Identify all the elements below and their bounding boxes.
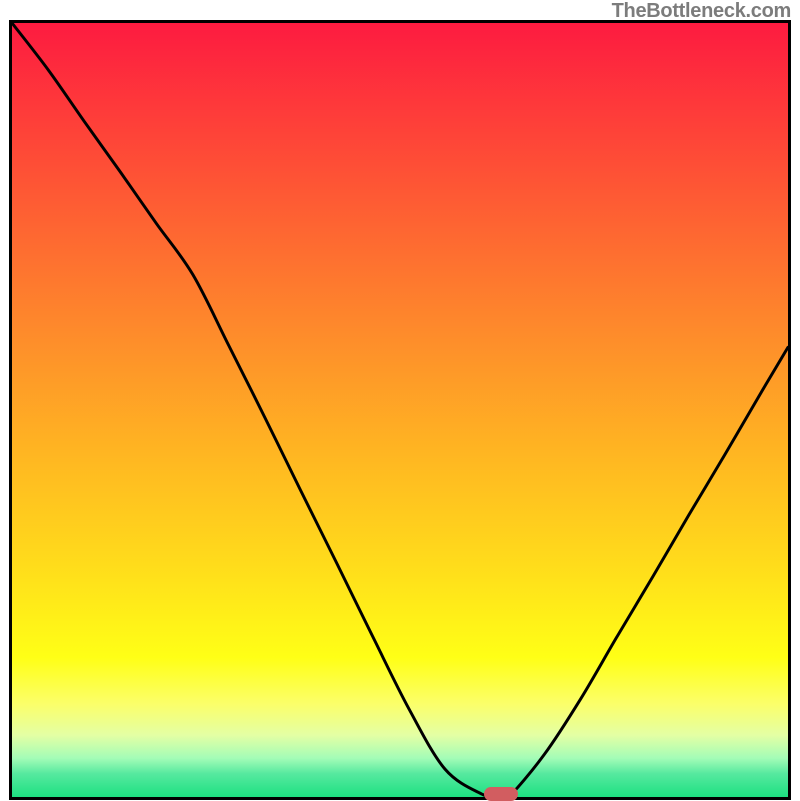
chart-frame <box>9 20 791 800</box>
optimum-marker <box>484 787 518 801</box>
chart-curve <box>12 23 788 797</box>
